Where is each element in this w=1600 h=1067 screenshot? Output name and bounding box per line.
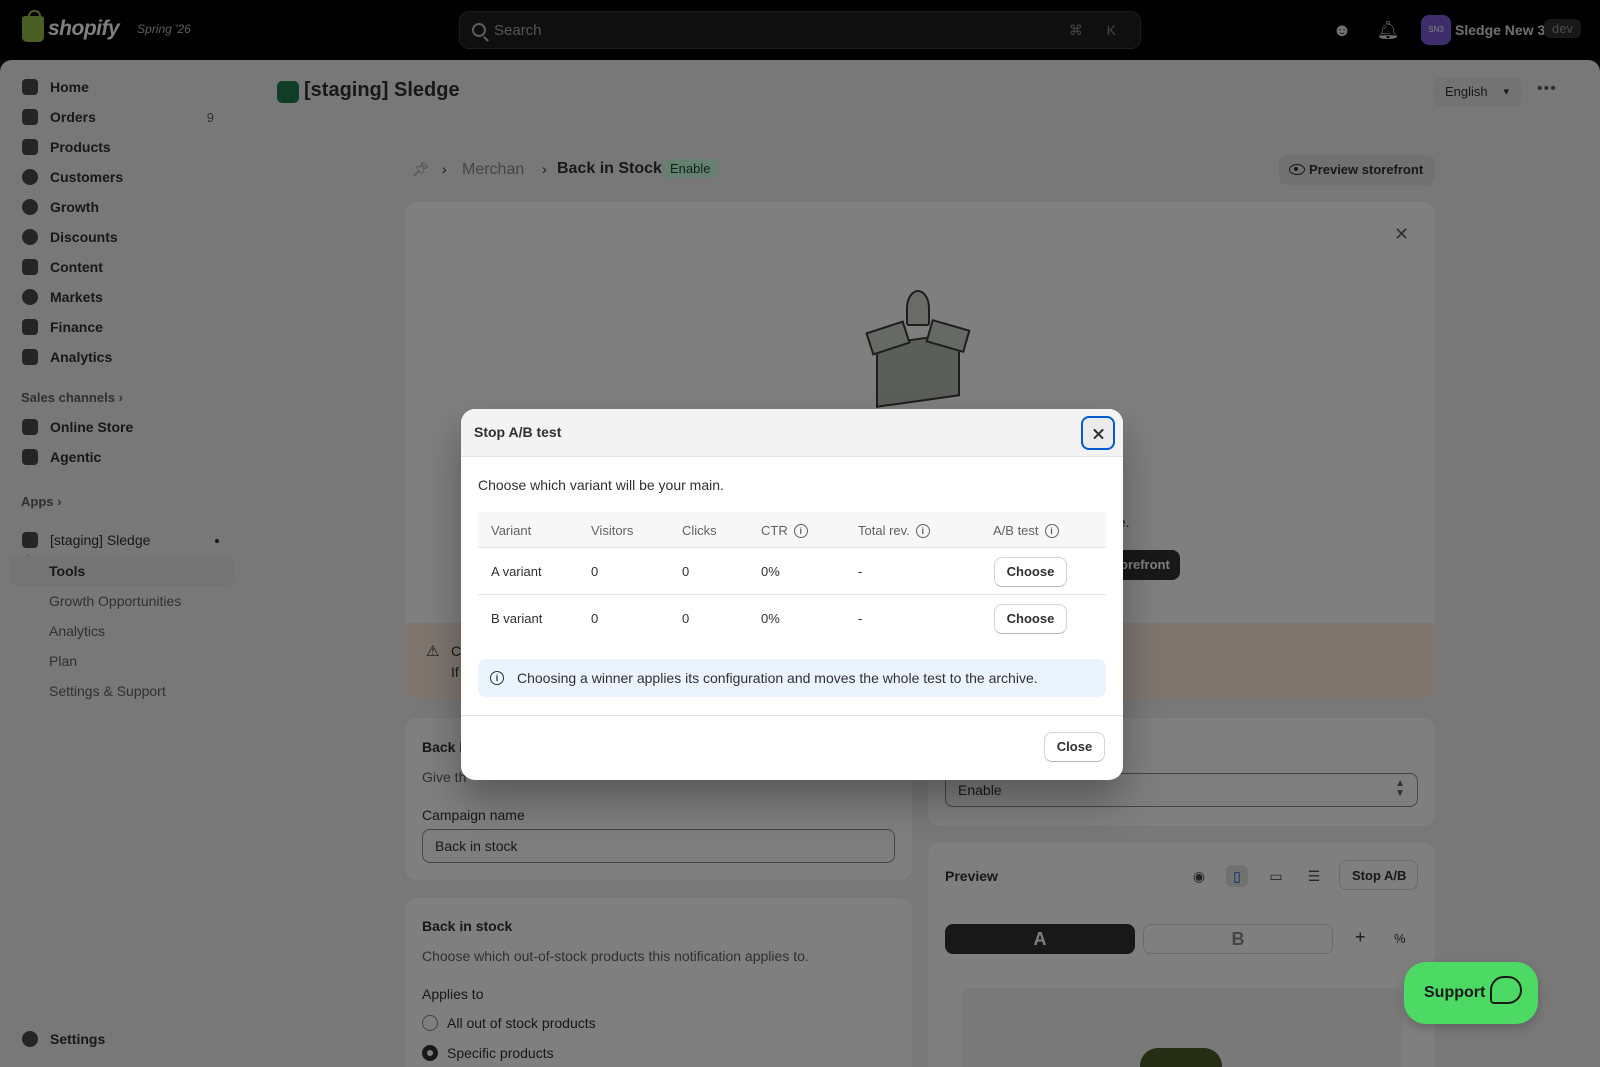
col-visitors: Visitors <box>591 523 633 538</box>
modal-footer-divider <box>461 715 1123 716</box>
stop-ab-test-modal: Stop A/B test Choose which variant will … <box>461 409 1123 780</box>
cell-visitors: 0 <box>591 611 599 626</box>
cell-variant: A variant <box>491 564 542 579</box>
col-clicks: Clicks <box>682 523 717 538</box>
support-label: Support <box>1424 984 1486 1001</box>
info-banner-text: Choosing a winner applies its configurat… <box>517 670 1038 686</box>
support-button[interactable]: Support <box>1404 962 1538 1024</box>
col-label: CTR <box>761 523 788 538</box>
col-label: Clicks <box>682 523 717 538</box>
table-row: A variant 0 0 0% - Choose <box>478 548 1106 595</box>
choose-variant-a-button[interactable]: Choose <box>994 557 1067 587</box>
close-button[interactable]: Close <box>1044 732 1105 762</box>
col-label: Variant <box>491 523 532 538</box>
col-total-revenue: Total rev. i <box>858 523 930 538</box>
modal-intro: Choose which variant will be your main. <box>478 477 724 493</box>
col-label: A/B test <box>993 523 1039 538</box>
col-label: Visitors <box>591 523 634 538</box>
variant-table-header: Variant Visitors Clicks CTR i Total rev. i… <box>478 512 1106 548</box>
info-icon[interactable]: i <box>793 523 808 538</box>
info-banner: i Choosing a winner applies its configur… <box>478 659 1106 697</box>
info-icon[interactable]: i <box>915 523 930 538</box>
cell-revenue: - <box>858 611 863 626</box>
choose-variant-b-button[interactable]: Choose <box>994 604 1067 634</box>
col-variant: Variant <box>491 523 531 538</box>
info-icon[interactable]: i <box>1044 523 1059 538</box>
col-ctr: CTR i <box>761 523 808 538</box>
cell-variant: B variant <box>491 611 543 626</box>
cell-clicks: 0 <box>682 611 690 626</box>
cell-visitors: 0 <box>591 564 599 579</box>
col-ab-test: A/B test i <box>993 523 1059 538</box>
cell-ctr: 0% <box>761 611 780 626</box>
info-icon: i <box>490 671 504 685</box>
cell-ctr: 0% <box>761 564 780 579</box>
cell-clicks: 0 <box>682 564 690 579</box>
modal-title: Stop A/B test <box>474 424 562 440</box>
table-row: B variant 0 0 0% - Choose <box>478 595 1106 642</box>
chat-bubble-icon <box>1490 976 1522 1004</box>
cell-revenue: - <box>858 564 863 579</box>
modal-header: Stop A/B test <box>461 409 1123 457</box>
col-label: Total rev. <box>858 523 910 538</box>
modal-close-icon[interactable] <box>1081 416 1115 450</box>
